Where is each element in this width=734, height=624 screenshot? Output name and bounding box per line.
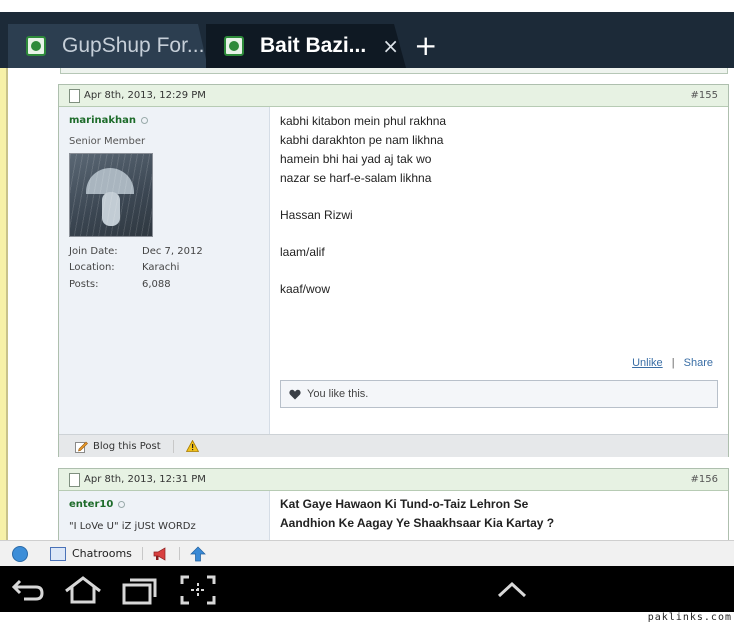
globe-icon[interactable] bbox=[12, 545, 28, 562]
chatbar-divider bbox=[141, 547, 143, 560]
new-tab-button[interactable]: + bbox=[414, 30, 437, 62]
forum-post: Apr 8th, 2013, 12:29 PM #155 marinakhan … bbox=[58, 84, 729, 457]
username-text: enter10 bbox=[69, 499, 114, 510]
username-text: marinakhan bbox=[69, 115, 137, 126]
user-info-panel: marinakhan Senior Member Join Date: Dec … bbox=[59, 107, 270, 434]
tab-title: Bait Bazi... bbox=[260, 34, 367, 57]
user-title: Senior Member bbox=[69, 136, 146, 147]
post-date: Apr 8th, 2013, 12:29 PM bbox=[84, 90, 206, 101]
stat-value: 6,088 bbox=[142, 278, 171, 290]
verse-line: nazar se harf-e-salam likhna bbox=[280, 171, 432, 185]
stat-posts: Posts: 6,088 bbox=[69, 276, 269, 293]
post-date: Apr 8th, 2013, 12:31 PM bbox=[84, 474, 206, 485]
username-link[interactable]: enter10 bbox=[69, 499, 269, 510]
message-tag: laam/alif bbox=[280, 245, 325, 259]
verse-line: kabhi darakhton pe nam likhna bbox=[280, 133, 444, 147]
post-body: enter10 "I LoVe U" iZ jUSt WORDz Kat Gay… bbox=[59, 491, 728, 540]
stat-location: Location: Karachi bbox=[69, 260, 269, 277]
avatar[interactable] bbox=[69, 153, 153, 237]
back-icon[interactable] bbox=[10, 575, 46, 603]
post-number-link[interactable]: #155 bbox=[691, 90, 718, 101]
footer-divider bbox=[172, 439, 174, 453]
post-message: kabhi kitabon mein phul rakhna kabhi dar… bbox=[270, 107, 728, 434]
post-header: Apr 8th, 2013, 12:31 PM #156 bbox=[59, 469, 728, 491]
megaphone-icon[interactable] bbox=[153, 546, 169, 561]
post-body: marinakhan Senior Member Join Date: Dec … bbox=[59, 107, 728, 434]
share-link[interactable]: Share bbox=[684, 357, 713, 369]
chatbar-divider bbox=[178, 547, 180, 560]
scroll-top-arrow-icon[interactable] bbox=[190, 546, 206, 562]
message-line: Aandhion Ke Aagay Ye Shaakhsaar Kia Kart… bbox=[280, 516, 555, 530]
screenshot-icon[interactable] bbox=[180, 575, 216, 605]
site-favicon-icon bbox=[26, 36, 46, 56]
message-line: Kat Gaye Hawaon Ki Tund-o-Taiz Lehron Se bbox=[280, 497, 529, 511]
tab-bait-bazi[interactable]: Bait Bazi... × bbox=[206, 24, 406, 68]
user-stats: Join Date: Dec 7, 2012 Location: Karachi… bbox=[69, 243, 269, 293]
forum-post: Apr 8th, 2013, 12:31 PM #156 enter10 "I … bbox=[58, 468, 729, 540]
user-title: "I LoVe U" iZ jUSt WORDz bbox=[69, 521, 196, 532]
online-status-icon bbox=[141, 117, 149, 124]
watermark-area: paklinks.com bbox=[0, 612, 734, 624]
blog-post-icon bbox=[75, 441, 88, 453]
previous-post-edge bbox=[60, 68, 728, 74]
stat-label: Join Date: bbox=[69, 245, 118, 257]
stat-label: Posts: bbox=[69, 278, 99, 290]
like-summary: You like this. bbox=[280, 380, 718, 408]
status-strip bbox=[0, 0, 734, 12]
report-warning-icon[interactable] bbox=[185, 440, 199, 452]
close-tab-icon[interactable]: × bbox=[382, 34, 399, 58]
actions-divider: | bbox=[671, 357, 675, 369]
post-header: Apr 8th, 2013, 12:29 PM #155 bbox=[59, 85, 728, 107]
recent-apps-icon[interactable] bbox=[122, 575, 158, 605]
like-text: You like this. bbox=[307, 388, 369, 400]
verse-line: kabhi kitabon mein phul rakhna bbox=[280, 114, 447, 128]
tab-gupshup[interactable]: GupShup For... bbox=[8, 24, 208, 68]
chatrooms-link[interactable]: Chatrooms bbox=[72, 547, 132, 560]
post-footer: Blog this Post bbox=[59, 434, 728, 457]
watermark-text: paklinks.com bbox=[647, 612, 732, 623]
rain-texture bbox=[70, 154, 152, 236]
poet-name: Hassan Rizwi bbox=[280, 208, 353, 222]
post-actions: Unlike | Share bbox=[632, 357, 713, 369]
blog-this-post-link[interactable]: Blog this Post bbox=[93, 441, 161, 452]
site-chatbar: Chatrooms bbox=[0, 540, 734, 566]
forum-page: Apr 8th, 2013, 12:29 PM #155 marinakhan … bbox=[0, 68, 734, 540]
stat-label: Location: bbox=[69, 262, 115, 274]
verse-line: hamein bhi hai yad aj tak wo bbox=[280, 152, 432, 166]
post-document-icon bbox=[69, 472, 80, 487]
post-document-icon bbox=[69, 88, 80, 103]
stat-join-date: Join Date: Dec 7, 2012 bbox=[69, 243, 269, 260]
page-left-border bbox=[0, 68, 8, 540]
browser-tab-bar: GupShup For... Bait Bazi... × + bbox=[0, 0, 734, 68]
message-tag: kaaf/wow bbox=[280, 282, 331, 296]
home-icon[interactable] bbox=[63, 575, 103, 605]
stat-value: Karachi bbox=[142, 262, 180, 274]
android-nav-bar bbox=[0, 566, 734, 612]
chevron-up-icon[interactable] bbox=[496, 579, 528, 599]
post-number-link[interactable]: #156 bbox=[691, 474, 718, 485]
user-info-panel: enter10 "I LoVe U" iZ jUSt WORDz bbox=[59, 491, 270, 540]
username-link[interactable]: marinakhan bbox=[69, 115, 269, 126]
site-favicon-icon bbox=[224, 36, 244, 56]
heart-icon bbox=[289, 389, 301, 399]
unlike-link[interactable]: Unlike bbox=[632, 357, 663, 369]
online-status-icon bbox=[118, 501, 126, 508]
chatrooms-icon bbox=[50, 546, 66, 561]
stat-value: Dec 7, 2012 bbox=[142, 245, 203, 257]
post-message: Kat Gaye Hawaon Ki Tund-o-Taiz Lehron Se… bbox=[270, 491, 728, 540]
tab-title: GupShup For... bbox=[62, 34, 205, 57]
